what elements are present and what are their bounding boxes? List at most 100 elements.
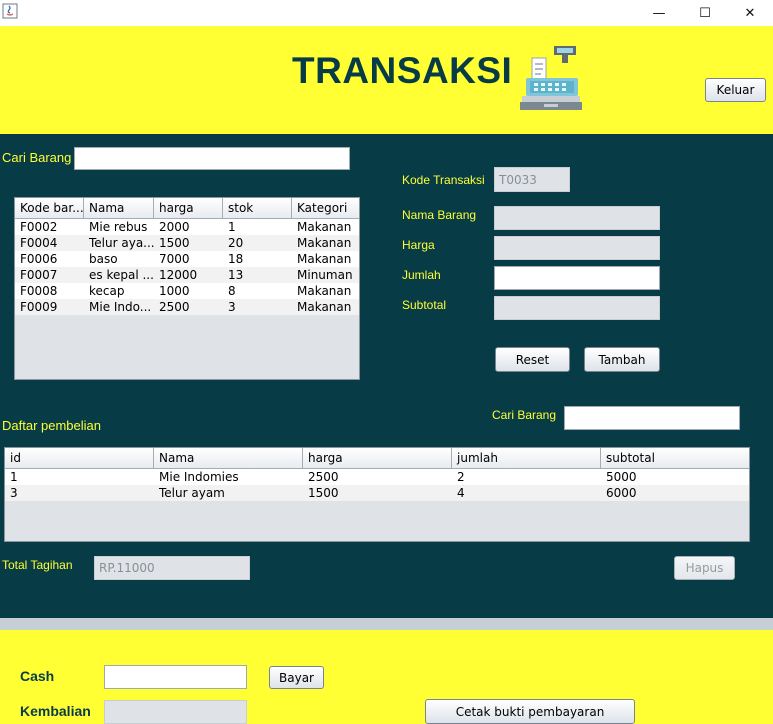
- table-row[interactable]: F0006 baso 7000 18 Makanan: [15, 251, 359, 267]
- table-cell: 1500: [308, 486, 339, 500]
- table-cell: Mie Indo...: [89, 300, 152, 314]
- column-header-kategori[interactable]: Kategori: [292, 198, 359, 218]
- table-cell: Makanan: [297, 300, 352, 314]
- search-purchases-input[interactable]: [564, 406, 740, 430]
- table-cell: F0002: [20, 220, 58, 234]
- add-item-button[interactable]: Tambah: [584, 347, 660, 372]
- table-row[interactable]: 3 Telur ayam 1500 4 6000: [5, 485, 749, 501]
- column-header-harga[interactable]: harga: [303, 448, 452, 468]
- table-cell: F0007: [20, 268, 58, 282]
- table-cell: 8: [228, 284, 236, 298]
- print-receipt-label: Cetak bukti pembayaran: [455, 704, 605, 719]
- table-row[interactable]: F0004 Telur aya... 1500 20 Makanan: [15, 235, 359, 251]
- purchases-table[interactable]: id Nama harga jumlah subtotal 1 Mie Indo…: [4, 447, 750, 542]
- table-cell: 5000: [606, 470, 637, 484]
- products-table-header: Kode bar... Nama harga stok Kategori: [15, 198, 359, 219]
- column-header-jumlah[interactable]: jumlah: [452, 448, 601, 468]
- table-cell: 18: [228, 252, 244, 266]
- table-cell: Telur aya...: [89, 236, 154, 250]
- table-cell: F0006: [20, 252, 58, 266]
- harga-field: [494, 236, 660, 260]
- close-button[interactable]: ✕: [727, 0, 773, 26]
- minimize-button[interactable]: —: [636, 0, 682, 26]
- table-cell: 12000: [159, 268, 198, 282]
- delete-button[interactable]: Hapus: [674, 556, 735, 580]
- table-cell: Telur ayam: [159, 486, 225, 500]
- search-products-input[interactable]: [74, 147, 350, 170]
- purchases-title: Daftar pembelian: [2, 418, 101, 433]
- nama-barang-field: [494, 206, 660, 230]
- table-cell: 1000: [159, 284, 190, 298]
- table-cell: 13: [228, 268, 244, 282]
- table-cell: F0004: [20, 236, 58, 250]
- table-cell: 6000: [606, 486, 637, 500]
- logout-button[interactable]: Keluar: [705, 78, 766, 102]
- pay-button[interactable]: Bayar: [269, 666, 324, 689]
- table-cell: F0008: [20, 284, 58, 298]
- table-cell: 2500: [308, 470, 339, 484]
- total-tagihan-label: Total Tagihan: [2, 558, 73, 572]
- page-title: TRANSAKSI: [292, 50, 513, 91]
- cash-input[interactable]: [104, 665, 247, 689]
- table-row[interactable]: F0002 Mie rebus 2000 1 Makanan: [15, 219, 359, 235]
- cash-label: Cash: [20, 668, 55, 684]
- table-cell: 2500: [159, 300, 190, 314]
- table-cell: Makanan: [297, 252, 352, 266]
- column-header-stok[interactable]: stok: [223, 198, 292, 218]
- table-cell: es kepal ...: [89, 268, 154, 282]
- close-icon: ✕: [744, 5, 756, 21]
- table-cell: Makanan: [297, 284, 352, 298]
- products-table[interactable]: Kode bar... Nama harga stok Kategori F00…: [14, 197, 360, 380]
- column-header-harga[interactable]: harga: [154, 198, 223, 218]
- table-cell: 1: [228, 220, 236, 234]
- column-header-id[interactable]: id: [5, 448, 154, 468]
- table-cell: Minuman: [297, 268, 353, 282]
- kembalian-label: Kembalian: [20, 703, 91, 719]
- jumlah-input[interactable]: [494, 266, 660, 290]
- subtotal-field: [494, 296, 660, 320]
- table-cell: 2: [457, 470, 465, 484]
- purchases-table-header: id Nama harga jumlah subtotal: [5, 448, 749, 469]
- table-cell: baso: [89, 252, 118, 266]
- table-cell: Mie rebus: [89, 220, 148, 234]
- table-row[interactable]: F0008 kecap 1000 8 Makanan: [15, 283, 359, 299]
- search-purchases-label: Cari Barang: [492, 408, 557, 422]
- section-divider: [0, 618, 773, 630]
- column-header-subtotal[interactable]: subtotal: [601, 448, 749, 468]
- window-titlebar: — ☐ ✕: [0, 0, 773, 26]
- search-products-label: Cari Barang: [2, 150, 72, 165]
- table-cell: Makanan: [297, 236, 352, 250]
- nama-barang-label: Nama Barang: [402, 208, 477, 222]
- table-cell: 1: [10, 470, 18, 484]
- kode-transaksi-field: T0033: [494, 167, 570, 192]
- kode-transaksi-label: Kode Transaksi: [402, 173, 485, 187]
- table-cell: Mie Indomies: [159, 470, 239, 484]
- harga-label: Harga: [402, 238, 435, 252]
- pay-label: Bayar: [279, 670, 314, 685]
- table-cell: kecap: [89, 284, 125, 298]
- reset-button[interactable]: Reset: [495, 347, 570, 372]
- table-cell: 1500: [159, 236, 190, 250]
- table-row[interactable]: F0007 es kepal ... 12000 13 Minuman: [15, 267, 359, 283]
- table-row[interactable]: 1 Mie Indomies 2500 2 5000: [5, 469, 749, 485]
- table-cell: 3: [10, 486, 18, 500]
- java-app-icon: [2, 3, 18, 19]
- column-header-nama[interactable]: Nama: [154, 448, 303, 468]
- cash-register-icon: [520, 46, 582, 110]
- jumlah-label: Jumlah: [402, 268, 441, 282]
- logout-label: Keluar: [716, 83, 755, 97]
- table-cell: 2000: [159, 220, 190, 234]
- table-row[interactable]: F0009 Mie Indo... 2500 3 Makanan: [15, 299, 359, 315]
- add-item-label: Tambah: [598, 352, 646, 367]
- column-header-kode[interactable]: Kode bar...: [15, 198, 84, 218]
- table-cell: 3: [228, 300, 236, 314]
- table-cell: 20: [228, 236, 244, 250]
- column-header-nama[interactable]: Nama: [84, 198, 154, 218]
- table-cell: Makanan: [297, 220, 352, 234]
- maximize-button[interactable]: ☐: [682, 0, 728, 26]
- subtotal-label: Subtotal: [402, 298, 447, 312]
- delete-label: Hapus: [685, 561, 724, 575]
- maximize-icon: ☐: [699, 5, 711, 21]
- minimize-icon: —: [652, 5, 666, 21]
- print-receipt-button[interactable]: Cetak bukti pembayaran: [425, 699, 635, 724]
